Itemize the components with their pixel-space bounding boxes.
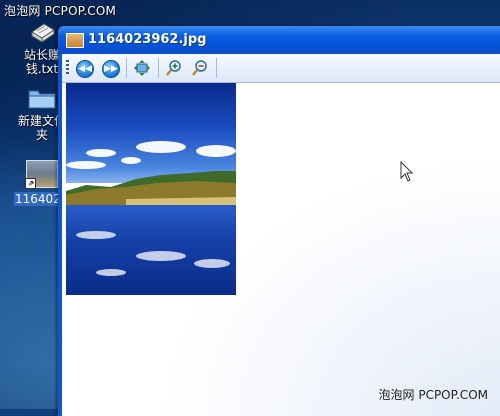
skip-next-icon: ▶▶: [102, 60, 120, 78]
mouse-pointer-icon: [400, 161, 414, 182]
toolbar-separator: [158, 58, 159, 78]
watermark-top: 泡泡网 PCPOP.COM: [4, 4, 117, 18]
toolbar-separator: [126, 58, 127, 78]
window-title: 1164023962.jpg: [88, 32, 207, 47]
toolbar-grip[interactable]: [66, 60, 69, 76]
previous-image-button[interactable]: ◀◀: [74, 58, 94, 78]
toolbar-separator: [216, 58, 217, 78]
zoom-out-button[interactable]: [190, 58, 210, 78]
photo-cloud: [136, 141, 186, 153]
next-image-button[interactable]: ▶▶: [100, 58, 120, 78]
image-file-icon: [66, 33, 84, 48]
photo-cloud: [196, 145, 236, 157]
zoom-in-icon: [166, 60, 181, 76]
folder-icon: [27, 86, 57, 110]
zoom-out-icon: [192, 60, 207, 76]
photo-reflection: [194, 259, 230, 268]
photo-cloud: [86, 149, 116, 157]
image-shortcut-icon: ↗: [25, 160, 58, 189]
toolbar: ◀◀ ▶▶: [62, 54, 500, 83]
best-fit-button[interactable]: [132, 58, 152, 78]
image-view-area[interactable]: [62, 83, 500, 416]
image-viewer-window[interactable]: 1164023962.jpg ◀◀ ▶▶: [58, 26, 500, 416]
zoom-in-button[interactable]: [164, 58, 184, 78]
desktop: 泡泡网 PCPOP.COM 站长赚钱.txt 新建文件夹 ↗ 116402396…: [0, 0, 500, 416]
photo-lake: [66, 205, 236, 295]
skip-previous-icon: ◀◀: [76, 60, 94, 78]
photo-reflection: [96, 269, 126, 276]
best-fit-icon: [134, 60, 150, 76]
text-file-icon: [28, 18, 56, 46]
photo-cloud: [66, 161, 106, 169]
displayed-image: [66, 83, 236, 295]
title-bar[interactable]: 1164023962.jpg: [58, 26, 500, 54]
watermark-bottom: 泡泡网 PCPOP.COM: [378, 388, 488, 402]
photo-hills: [66, 171, 236, 207]
photo-reflection: [136, 251, 186, 261]
photo-cloud: [121, 157, 141, 164]
shortcut-arrow-icon: ↗: [25, 178, 36, 189]
photo-reflection: [76, 231, 116, 239]
